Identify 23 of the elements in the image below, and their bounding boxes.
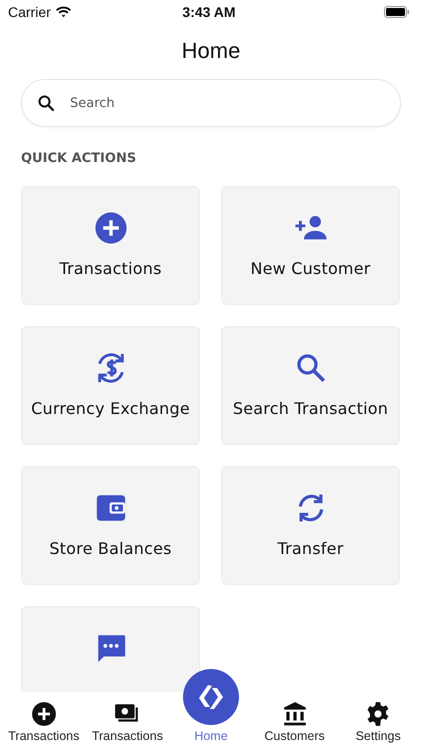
battery-icon: [384, 6, 410, 18]
action-card[interactable]: [21, 606, 200, 692]
action-card[interactable]: Transfer: [221, 466, 400, 585]
page-title: Home: [180, 37, 242, 65]
tab-bar-item[interactable]: Transactions: [86, 692, 170, 750]
search-field[interactable]: Search: [21, 79, 401, 127]
section-heading: QUICK ACTIONS: [21, 151, 138, 166]
bank-icon: [282, 701, 308, 727]
tab-bar-item[interactable]: Transactions: [2, 692, 86, 750]
tab-bar-item[interactable]: Customers: [252, 692, 336, 750]
tab-bar-item[interactable]: Home: [169, 669, 253, 750]
clock-time: 3:43 AM: [182, 4, 236, 20]
action-card[interactable]: Store Balances: [21, 466, 200, 585]
plus-circle-icon: [94, 211, 128, 245]
action-card[interactable]: New Customer: [221, 186, 400, 305]
action-card[interactable]: Transactions: [21, 186, 200, 305]
tab-bar-item[interactable]: Settings: [336, 692, 420, 750]
settings-icon: [365, 701, 392, 727]
carrier-name: Carrier: [8, 4, 51, 20]
plus-circle-icon: [30, 701, 57, 727]
action-card[interactable]: Currency Exchange: [21, 326, 200, 445]
wifi-icon: [54, 6, 72, 18]
action-card[interactable]: Search Transaction: [221, 326, 400, 445]
